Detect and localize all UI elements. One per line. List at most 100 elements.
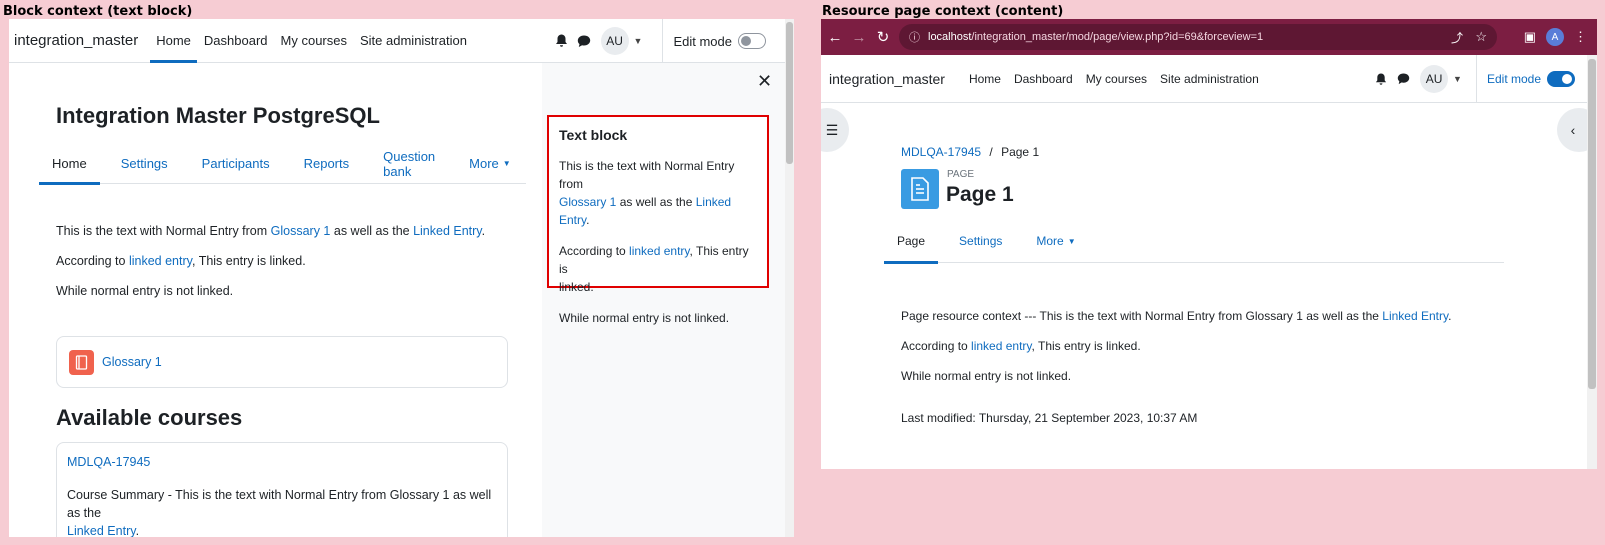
page-title: Integration Master PostgreSQL	[56, 103, 380, 128]
course-link[interactable]: MDLQA-17945	[67, 455, 150, 469]
tab-question-bank[interactable]: Question bank	[370, 143, 448, 184]
close-icon[interactable]: ✕	[757, 71, 772, 92]
breadcrumb-course-link[interactable]: MDLQA-17945	[901, 145, 981, 159]
forward-arrow-icon[interactable]: →	[847, 29, 871, 46]
left-caption: Block context (text block)	[3, 4, 193, 19]
text: According to	[559, 244, 630, 258]
tab-reports[interactable]: Reports	[291, 143, 363, 184]
browser-actions: ▣ A ⋮	[1524, 19, 1587, 55]
address-bar[interactable]: ⓘ localhost/integration_master/mod/page/…	[899, 24, 1497, 50]
text: linked.	[559, 280, 594, 294]
glossary-link[interactable]: Glossary 1	[559, 195, 616, 209]
site-brand[interactable]: integration_master	[14, 32, 138, 49]
glossary-link[interactable]: Glossary 1	[271, 224, 331, 238]
content-paragraph: This is the text with Normal Entry from …	[56, 224, 485, 238]
kebab-menu-icon[interactable]: ⋮	[1574, 29, 1587, 45]
glossary-activity-link[interactable]: Glossary 1	[102, 355, 162, 369]
site-brand[interactable]: integration_master	[829, 71, 945, 87]
back-arrow-icon[interactable]: ←	[823, 29, 847, 46]
nav-site-administration[interactable]: Site administration	[360, 19, 467, 63]
text: According to	[901, 339, 972, 353]
tab-participants[interactable]: Participants	[189, 143, 283, 184]
page-resource-icon	[901, 169, 939, 209]
glossary-icon	[69, 349, 94, 375]
tab-settings[interactable]: Settings	[108, 143, 181, 184]
nav-dashboard[interactable]: Dashboard	[204, 19, 268, 63]
nav-site-administration[interactable]: Site administration	[1160, 57, 1259, 101]
tab-more[interactable]: More ▼	[456, 143, 524, 184]
linked-entry-link[interactable]: Linked Entry	[413, 224, 482, 238]
tab-settings[interactable]: Settings	[946, 219, 1015, 263]
text: .	[135, 524, 140, 537]
right-caption: Resource page context (content)	[822, 4, 1064, 19]
scrollbar[interactable]	[1587, 55, 1597, 469]
chevron-down-icon: ▼	[1067, 236, 1076, 246]
text-block-paragraph: While normal entry is not linked.	[559, 311, 730, 325]
text: This is the text with Normal Entry from	[559, 159, 735, 191]
linked-entry-link[interactable]: linked entry	[629, 244, 689, 258]
linked-entry-link[interactable]: Linked Entry	[67, 524, 136, 537]
share-icon[interactable]: ⤴	[1451, 29, 1463, 46]
side-panel-icon[interactable]: ▣	[1524, 29, 1536, 45]
course-tabs: Home Settings Participants Reports Quest…	[39, 143, 526, 185]
course-card: MDLQA-17945 Course Summary - This is the…	[56, 442, 508, 537]
chevron-down-icon[interactable]: ▼	[1453, 74, 1462, 84]
edit-mode-toggle[interactable]	[1547, 71, 1575, 87]
course-main-region: Integration Master PostgreSQL Home Setti…	[9, 63, 542, 537]
edit-mode-toggle[interactable]	[738, 33, 766, 49]
reload-icon[interactable]: ↻	[871, 28, 895, 46]
chevron-left-icon: ‹	[1570, 122, 1576, 138]
star-icon[interactable]: ☆	[1475, 29, 1487, 45]
nav-home[interactable]: Home	[969, 57, 1001, 101]
linked-entry-link[interactable]: linked entry	[129, 254, 192, 268]
profile-avatar[interactable]: A	[1546, 28, 1564, 46]
content-paragraph: Page resource context --- This is the te…	[901, 309, 1451, 323]
site-info-icon[interactable]: ⓘ	[909, 29, 920, 45]
glossary-activity-card[interactable]: Glossary 1	[56, 336, 508, 388]
nav-home[interactable]: Home	[150, 19, 197, 63]
chat-bubble-icon[interactable]	[1392, 68, 1414, 90]
breadcrumb: MDLQA-17945 / Page 1	[901, 145, 1039, 159]
tab-home[interactable]: Home	[39, 143, 100, 185]
chat-bubble-icon[interactable]	[573, 30, 595, 52]
content-paragraph: According to linked entry, This entry is…	[56, 254, 306, 268]
scrollbar[interactable]	[785, 19, 794, 537]
linked-entry-link[interactable]: Linked Entry	[1382, 309, 1448, 323]
breadcrumb-current: Page 1	[1001, 145, 1040, 159]
text: Course Summary - This is the text with N…	[67, 488, 492, 520]
nav-dashboard[interactable]: Dashboard	[1014, 57, 1073, 101]
last-modified: Last modified: Thursday, 21 September 20…	[901, 411, 1198, 425]
resource-page-panel: ← → ↻ ⓘ localhost/integration_master/mod…	[821, 19, 1597, 469]
user-avatar[interactable]: AU	[1420, 65, 1449, 93]
bell-icon[interactable]	[1370, 68, 1392, 90]
scrollbar-thumb[interactable]	[1588, 59, 1596, 389]
text-block-title: Text block	[559, 127, 628, 143]
activity-type-label: PAGE	[947, 169, 975, 180]
text-block-paragraph: According to linked entry, This entry is…	[559, 242, 757, 296]
tab-page[interactable]: Page	[884, 219, 939, 264]
content-paragraph: While normal entry is not linked.	[56, 284, 234, 298]
url-path: /integration_master/mod/page/view.php?id…	[971, 31, 1264, 43]
chevron-down-icon[interactable]: ▼	[634, 36, 643, 46]
edit-mode-control: Edit mode	[1487, 71, 1575, 87]
list-icon: ☰	[825, 121, 839, 138]
available-courses-heading: Available courses	[56, 405, 243, 430]
nav-my-courses[interactable]: My courses	[1086, 57, 1147, 101]
course-index-toggle[interactable]: ☰	[821, 108, 849, 152]
user-avatar[interactable]: AU	[600, 27, 629, 55]
block-drawer: ✕ Text block This is the text with Norma…	[542, 63, 785, 537]
bell-icon[interactable]	[551, 30, 573, 52]
text: .	[481, 224, 486, 238]
scrollbar-thumb[interactable]	[786, 22, 793, 164]
tab-more[interactable]: More ▼	[1023, 219, 1088, 263]
text: This is the text with Normal Entry from	[56, 224, 271, 238]
tab-more-label: More	[469, 156, 499, 171]
url-host: localhost	[928, 31, 972, 43]
course-summary: Course Summary - This is the text with N…	[67, 486, 505, 537]
edit-mode-label: Edit mode	[673, 33, 732, 49]
linked-entry-link[interactable]: linked entry	[971, 339, 1031, 353]
text: as well as the	[330, 224, 414, 238]
block-context-panel: integration_master Home Dashboard My cou…	[9, 19, 794, 537]
navbar-divider	[662, 19, 664, 63]
nav-my-courses[interactable]: My courses	[281, 19, 347, 63]
